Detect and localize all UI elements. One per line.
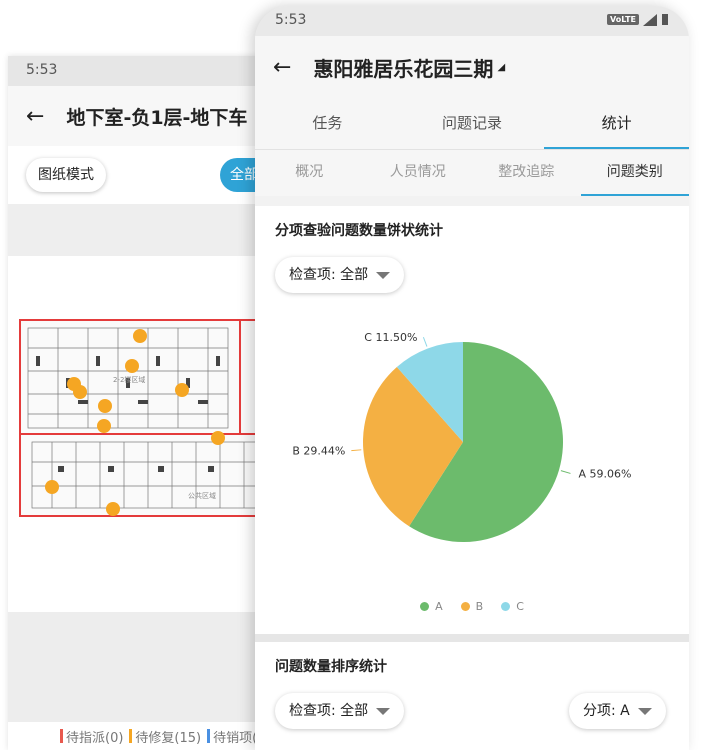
legend-item-b[interactable]: B bbox=[460, 600, 483, 613]
subtab-issue-category[interactable]: 问题类别 bbox=[580, 150, 689, 196]
subtab-personnel[interactable]: 人员情况 bbox=[364, 150, 473, 196]
dropdown-triangle-icon bbox=[376, 271, 391, 279]
legend-color-bar bbox=[129, 729, 133, 743]
pie-data-label: C 11.50% bbox=[364, 331, 417, 344]
legend-item-to-close[interactable]: 待销项( bbox=[207, 727, 257, 746]
pie-chart-card: 分项查验问题数量饼状统计 检查项: 全部 A 59.06% B 29.44% C 1… bbox=[255, 206, 689, 634]
back-arrow-icon[interactable]: ← bbox=[273, 55, 291, 80]
volte-badge: VoLTE bbox=[607, 14, 639, 25]
subtab-overview[interactable]: 概况 bbox=[255, 150, 364, 196]
legend-color-bar bbox=[207, 729, 211, 743]
issue-marker[interactable] bbox=[106, 502, 120, 516]
legend-item-a[interactable]: A bbox=[420, 600, 443, 613]
status-icons: VoLTE bbox=[607, 13, 669, 26]
legend-item-to-repair[interactable]: 待修复(15) bbox=[129, 727, 201, 746]
pie-data-label: B 29.44% bbox=[292, 445, 345, 458]
section-separator bbox=[255, 634, 689, 642]
pie-label-leader bbox=[422, 337, 428, 347]
legend-dot bbox=[501, 602, 511, 611]
legend-dot bbox=[420, 602, 430, 611]
check-item-filter[interactable]: 检查项: 全部 bbox=[275, 693, 405, 729]
battery-icon bbox=[662, 14, 668, 25]
issue-marker[interactable] bbox=[98, 399, 112, 413]
dropdown-triangle-icon bbox=[376, 707, 391, 715]
project-title[interactable]: 惠阳雅居乐花园三期 bbox=[313, 53, 493, 82]
main-tabs: 任务 问题记录 统计 bbox=[255, 98, 689, 150]
issue-marker[interactable] bbox=[45, 480, 59, 494]
pie-label-leader bbox=[351, 449, 362, 452]
floor-plan-drawing[interactable]: 2-2楼区域 公共区域 bbox=[18, 316, 268, 526]
legend-dot bbox=[460, 602, 470, 611]
sub-item-filter[interactable]: 分项: A bbox=[569, 693, 666, 729]
page-title: 地下室-负1层-地下车 bbox=[66, 106, 248, 129]
issue-marker[interactable] bbox=[133, 329, 147, 343]
foreground-phone-screen: 5:53 VoLTE ← 惠阳雅居乐花园三期 ◢ 任务 问题记录 统计 概况 人… bbox=[255, 6, 689, 750]
pie-label-leader bbox=[560, 470, 571, 474]
legend-color-bar bbox=[60, 729, 63, 743]
issue-marker[interactable] bbox=[125, 359, 139, 373]
issue-marker[interactable] bbox=[211, 431, 225, 445]
pie-slices bbox=[363, 342, 563, 542]
section-title: 分项查验问题数量饼状统计 bbox=[275, 223, 443, 239]
status-time: 5:53 bbox=[26, 62, 58, 78]
signal-icon bbox=[643, 13, 657, 26]
subtab-rectification[interactable]: 整改追踪 bbox=[472, 150, 581, 196]
status-time: 5:53 bbox=[275, 12, 307, 28]
tab-issue-records[interactable]: 问题记录 bbox=[400, 98, 545, 149]
section-title: 问题数量排序统计 bbox=[275, 659, 387, 675]
legend-item-c[interactable]: C bbox=[501, 600, 524, 613]
issue-marker[interactable] bbox=[97, 419, 111, 433]
app-header: ← 惠阳雅居乐花园三期 ◢ bbox=[255, 36, 689, 98]
drawing-mode-button[interactable]: 图纸模式 bbox=[26, 158, 106, 192]
tab-tasks[interactable]: 任务 bbox=[255, 98, 400, 149]
pie-chart[interactable]: A 59.06% B 29.44% C 11.50% bbox=[255, 286, 689, 586]
dropdown-caret-icon[interactable]: ◢ bbox=[497, 62, 505, 73]
issue-marker[interactable] bbox=[175, 383, 189, 397]
pie-data-label: A 59.06% bbox=[578, 467, 631, 480]
ranking-card: 问题数量排序统计 检查项: 全部 分项: A bbox=[255, 642, 689, 750]
sub-tabs: 概况 人员情况 整改追踪 问题类别 bbox=[255, 150, 689, 196]
chart-legend: A B C bbox=[255, 600, 689, 613]
issue-marker[interactable] bbox=[73, 385, 87, 399]
dropdown-triangle-icon bbox=[637, 707, 652, 715]
back-arrow-icon[interactable]: ← bbox=[26, 104, 44, 129]
plan-zone-label: 2-2楼区域 bbox=[113, 375, 145, 384]
legend-item-unassigned[interactable]: 待指派(0) bbox=[60, 727, 123, 746]
status-bar: 5:53 VoLTE bbox=[255, 6, 689, 36]
tab-statistics[interactable]: 统计 bbox=[544, 98, 689, 149]
plan-zone-label: 公共区域 bbox=[188, 491, 216, 500]
